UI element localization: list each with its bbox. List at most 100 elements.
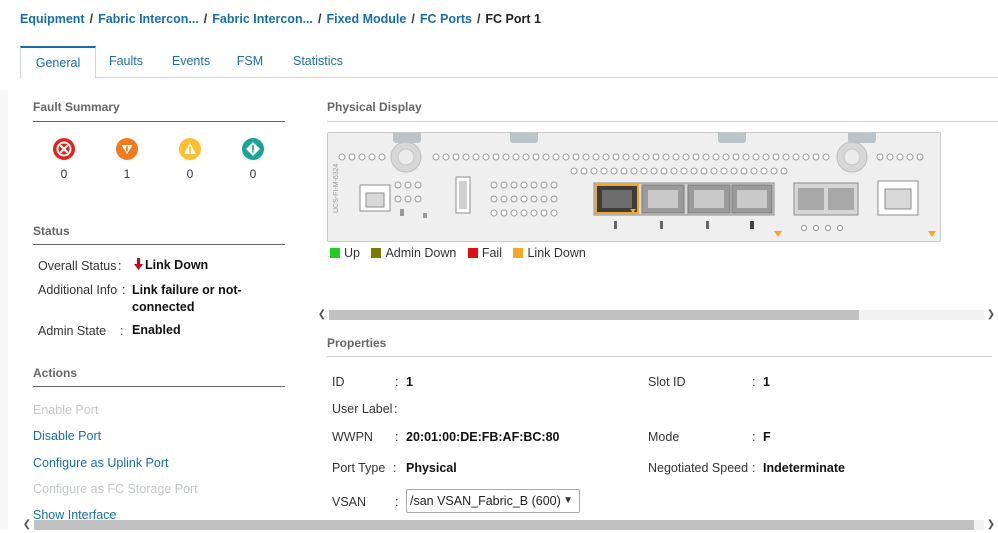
legend-label: Admin Down — [385, 246, 457, 260]
tab-events[interactable]: Events — [168, 46, 214, 78]
negotiated-speed-value: Indeterminate — [763, 461, 845, 475]
critical-icon — [53, 138, 75, 160]
breadcrumb-equipment[interactable]: Equipment — [20, 12, 85, 26]
colon: : — [394, 402, 398, 416]
breadcrumb-separator: / — [203, 12, 208, 26]
breadcrumb-current: FC Port 1 — [485, 12, 541, 26]
properties-title: Properties — [327, 336, 387, 350]
dropdown-caret-icon: ▼ — [563, 495, 573, 506]
tab-fsm[interactable]: FSM — [234, 46, 266, 78]
legend-up: Up — [330, 246, 360, 260]
additional-info-line1: Link failure or not- — [132, 283, 242, 297]
left-rail — [0, 90, 8, 530]
colon: : — [120, 324, 124, 338]
disable-port-action[interactable]: Disable Port — [33, 429, 101, 443]
slot-id-label: Slot ID — [648, 375, 686, 389]
colon: : — [395, 495, 399, 509]
legend-admin-down: Admin Down — [371, 246, 456, 260]
colon: : — [395, 375, 399, 389]
colon: : — [122, 283, 126, 297]
admin-state-value: Enabled — [132, 323, 181, 337]
tab-bar: General Faults Events FSM Statistics — [20, 46, 998, 79]
physical-display-scrollbar[interactable]: ❮ ❯ — [315, 308, 998, 322]
colon: : — [752, 461, 756, 475]
legend-swatch — [513, 248, 524, 258]
minor-count: 0 — [186, 167, 194, 181]
colon: : — [118, 259, 122, 273]
breadcrumb-separator: / — [476, 12, 481, 26]
id-value: 1 — [406, 375, 413, 389]
warning-count: 0 — [249, 167, 257, 181]
breadcrumb-fabric-interconnect[interactable]: Fabric Intercon... — [212, 12, 313, 26]
breadcrumb-fabric-interconnects[interactable]: Fabric Intercon... — [98, 12, 199, 26]
status-title: Status — [33, 224, 70, 238]
major-icon — [116, 138, 138, 160]
section-divider — [327, 121, 998, 122]
legend-swatch — [371, 248, 382, 258]
major-count: 1 — [123, 167, 131, 181]
physical-display-module: UCS-FI-M-6324 — [327, 132, 941, 242]
tab-general[interactable]: General — [20, 46, 96, 79]
legend-swatch — [330, 248, 340, 258]
fault-summary-title: Fault Summary — [33, 100, 120, 114]
tab-statistics[interactable]: Statistics — [290, 46, 346, 78]
vsan-label: VSAN — [332, 495, 367, 509]
warning-fault[interactable] — [241, 137, 265, 164]
breadcrumb-separator: / — [318, 12, 322, 26]
scroll-right-icon[interactable]: ❯ — [984, 518, 998, 532]
breadcrumb-separator: / — [411, 12, 415, 26]
overall-status-label: Overall Status — [38, 259, 117, 273]
scroll-thumb[interactable] — [329, 310, 859, 320]
module-faceplate: UCS-FI-M-6324 — [328, 133, 940, 241]
section-divider — [33, 121, 285, 122]
breadcrumb-fc-ports[interactable]: FC Ports — [420, 12, 472, 26]
section-divider — [33, 386, 285, 387]
additional-info-label: Additional Info — [38, 283, 118, 297]
page-scrollbar[interactable]: ❮ ❯ — [20, 518, 998, 532]
breadcrumb-separator: / — [89, 12, 94, 26]
major-fault[interactable] — [115, 137, 139, 164]
legend-link-down: Link Down — [513, 246, 586, 260]
actions-title: Actions — [33, 366, 78, 380]
mode-label: Mode — [648, 430, 680, 444]
colon: : — [395, 430, 399, 444]
legend-label: Up — [344, 246, 360, 260]
admin-state-label: Admin State — [38, 324, 107, 338]
breadcrumb-fixed-module[interactable]: Fixed Module — [326, 12, 406, 26]
additional-info-line2: connected — [132, 300, 195, 314]
vsan-select[interactable]: /san VSAN_Fabric_B (600) ▼ — [406, 489, 580, 513]
port-type-label: Port Type — [332, 461, 386, 475]
colon: : — [752, 430, 756, 444]
overall-status-text: Link Down — [145, 258, 209, 272]
legend-fail: Fail — [467, 246, 502, 260]
vsan-selected-value: /san VSAN_Fabric_B (600) — [410, 494, 561, 508]
module-model-label: UCS-FI-M-6324 — [333, 163, 340, 213]
wwpn-value: 20:01:00:DE:FB:AF:BC:80 — [406, 430, 560, 444]
colon: : — [752, 375, 756, 389]
legend-label: Fail — [481, 246, 502, 260]
tab-faults[interactable]: Faults — [104, 46, 148, 78]
critical-fault[interactable] — [52, 137, 76, 164]
scroll-left-icon[interactable]: ❮ — [20, 518, 34, 532]
scroll-right-icon[interactable]: ❯ — [984, 308, 998, 322]
breadcrumb: Equipment / Fabric Intercon... / Fabric Inte… — [20, 12, 541, 26]
scroll-left-icon[interactable]: ❮ — [315, 308, 329, 322]
configure-uplink-port-action[interactable]: Configure as Uplink Port — [33, 456, 168, 470]
section-divider — [327, 356, 992, 357]
slot-id-value: 1 — [763, 375, 770, 389]
configure-fc-storage-port-action[interactable]: Configure as FC Storage Port — [33, 482, 198, 496]
port-type-value: Physical — [406, 461, 457, 475]
arrow-down-icon — [134, 258, 143, 270]
minor-icon — [179, 138, 201, 160]
scroll-thumb[interactable] — [34, 520, 974, 530]
port-status-legend: Up Admin Down Fail Link Down — [330, 246, 594, 260]
wwpn-label: WWPN — [332, 430, 373, 444]
id-label: ID — [332, 375, 345, 389]
section-divider — [33, 244, 285, 245]
user-label-label: User Label — [332, 402, 393, 416]
colon: : — [393, 461, 397, 475]
enable-port-action[interactable]: Enable Port — [33, 403, 98, 417]
physical-display-title: Physical Display — [327, 100, 422, 114]
minor-fault[interactable] — [178, 137, 202, 164]
negotiated-speed-label: Negotiated Speed — [648, 461, 749, 475]
